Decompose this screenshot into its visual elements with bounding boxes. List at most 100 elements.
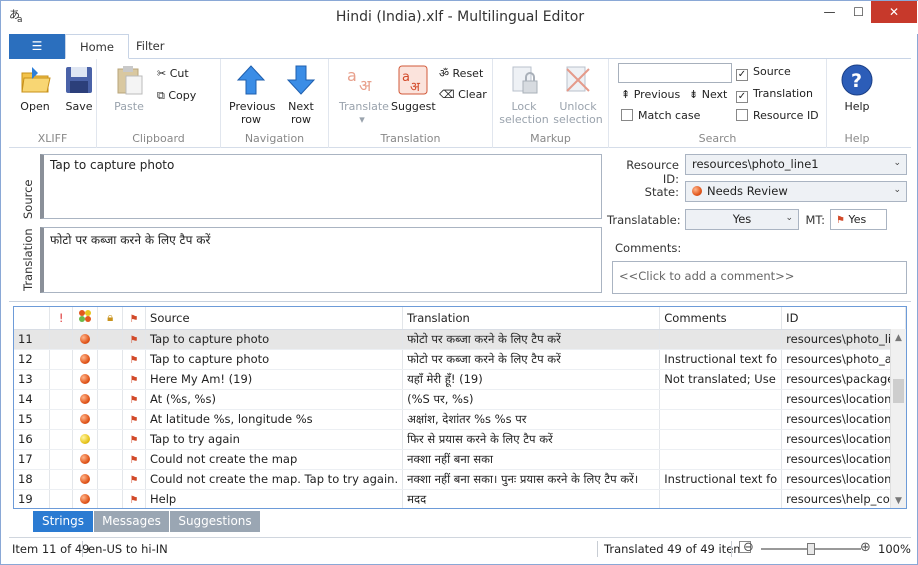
- scroll-down-icon[interactable]: ▼: [895, 496, 902, 506]
- table-row[interactable]: 19 ⚑ Help मदद resources\help_com: [14, 489, 906, 508]
- translation-cell: (%S पर, %s): [402, 389, 661, 410]
- tab-home[interactable]: Home: [65, 34, 129, 59]
- state-combo[interactable]: Needs Review ⌄: [685, 181, 907, 202]
- id-cell: resources\location_: [781, 429, 906, 450]
- tab-strings[interactable]: Strings: [33, 511, 93, 532]
- search-source-checkbox[interactable]: ✓ Source: [736, 65, 791, 81]
- translate-button[interactable]: aअ Translate ▾: [339, 63, 389, 126]
- comments-box[interactable]: <<Click to add a comment>>: [612, 261, 907, 294]
- suggest-button[interactable]: aअ Suggest: [391, 63, 436, 113]
- zoom-slider-thumb[interactable]: [807, 543, 815, 555]
- resource-id-combo[interactable]: resources\photo_line1 ⌄: [685, 154, 907, 175]
- save-button[interactable]: Save: [61, 63, 97, 113]
- zoom-slider-track[interactable]: [761, 543, 861, 555]
- help-button[interactable]: ? Help: [839, 63, 875, 113]
- svg-text:अ: अ: [359, 76, 372, 95]
- help-icon: ?: [841, 64, 873, 96]
- search-input[interactable]: [618, 63, 732, 83]
- translation-textarea[interactable]: फोटो पर कब्जा करने के लिए टैप करें: [40, 227, 602, 293]
- reset-icon: ॐ: [439, 67, 453, 80]
- close-button[interactable]: ✕: [871, 1, 917, 23]
- lock-cell: [97, 449, 123, 470]
- open-button[interactable]: Open: [17, 63, 53, 113]
- tab-suggestions[interactable]: Suggestions: [170, 511, 260, 532]
- table-row[interactable]: 12 ⚑ Tap to capture photo फोटो पर कब्जा करन…: [14, 349, 906, 370]
- group-navigation: Previous row Next row Navigation: [221, 59, 329, 148]
- scissors-icon: ✂: [157, 67, 170, 80]
- lock-icon: [512, 66, 538, 94]
- lock-selection-button[interactable]: Lock selection: [499, 63, 549, 126]
- table-row[interactable]: 13 ⚑ Here My Am! (19) यहाँ मेरी हूँ! (19) No…: [14, 369, 906, 390]
- previous-row-button[interactable]: Previous row: [229, 63, 276, 126]
- table-row[interactable]: 11 ⚑ Tap to capture photo फोटो पर कब्जा करन…: [14, 329, 906, 350]
- scrollbar-thumb[interactable]: [893, 379, 904, 403]
- zoom-out-icon[interactable]: ⊖: [743, 540, 754, 555]
- lock-cell: [97, 469, 123, 490]
- translatable-combo[interactable]: Yes ⌄: [685, 209, 799, 230]
- table-row[interactable]: 16 ⚑ Tap to try again फिर से प्रयास करने के…: [14, 429, 906, 450]
- search-previous-button[interactable]: ⇞ Previous: [621, 88, 680, 101]
- table-row[interactable]: 17 ⚑ Could not create the map नक्शा नहीं बन…: [14, 449, 906, 470]
- comments-cell: [659, 389, 783, 410]
- source-column-header[interactable]: Source: [145, 307, 404, 330]
- title-bar: あa Hindi (India).xlf - Multilingual Edit…: [1, 1, 918, 34]
- state-column-header[interactable]: [72, 307, 99, 330]
- search-translation-checkbox[interactable]: ✓ Translation: [736, 87, 813, 103]
- file-menu-button[interactable]: ☰: [9, 34, 65, 59]
- reset-button[interactable]: ॐ Reset: [439, 66, 483, 81]
- lock-cell: [97, 489, 123, 508]
- source-text[interactable]: Tap to capture photo: [40, 154, 602, 219]
- minimize-button[interactable]: —: [815, 1, 844, 23]
- paste-button[interactable]: Paste: [111, 63, 147, 113]
- unlock-selection-button[interactable]: Unlock selection: [551, 63, 605, 126]
- panel-splitter[interactable]: [9, 301, 911, 305]
- translation-column-header[interactable]: Translation: [402, 307, 661, 330]
- table-row[interactable]: 18 ⚑ Could not create the map. Tap to try …: [14, 469, 906, 490]
- clear-button[interactable]: ⌫ Clear: [439, 88, 487, 101]
- row-number-cell: 17: [14, 449, 51, 470]
- lock-column-header[interactable]: 🔒︎: [97, 307, 123, 330]
- zoom-in-icon[interactable]: ⊕: [860, 540, 871, 555]
- flag-icon: ⚑: [129, 435, 139, 446]
- translation-cell: फोटो पर कब्जा करने के लिए टैप करें: [402, 349, 661, 370]
- comments-column-header[interactable]: Comments: [659, 307, 783, 330]
- state-cell: [72, 469, 99, 490]
- source-cell: At (%s, %s): [145, 389, 404, 410]
- group-translation: aअ Translate ▾ aअ Suggest ॐ Reset ⌫ Clear…: [329, 59, 493, 148]
- state-cell: [72, 389, 99, 410]
- flag-icon: ⚑: [129, 355, 139, 366]
- strings-table: ! 🔒︎ ⚑ Source Translation Comments ID 11…: [14, 307, 906, 508]
- state-cell: [72, 369, 99, 390]
- maximize-button[interactable]: ☐: [844, 1, 873, 23]
- source-cell: Tap to capture photo: [145, 349, 404, 370]
- flag-icon: ⚑: [129, 495, 139, 506]
- mt-column-header[interactable]: ⚑: [122, 307, 147, 330]
- match-case-checkbox[interactable]: Match case: [621, 109, 700, 122]
- search-resource-id-checkbox[interactable]: Resource ID: [736, 109, 819, 122]
- comments-label: Comments:: [615, 241, 682, 255]
- grid-vertical-scrollbar[interactable]: ▲ ▼: [890, 329, 906, 508]
- search-next-button[interactable]: ⇟ Next: [689, 88, 727, 101]
- mt-cell: ⚑: [122, 409, 147, 430]
- checkbox-checked-icon: ✓: [736, 91, 748, 103]
- table-row[interactable]: 15 ⚑ At latitude %s, longitude %s अक्षांश, …: [14, 409, 906, 430]
- flag-icon: ⚑: [129, 475, 139, 486]
- cut-button[interactable]: ✂ Cut: [157, 67, 189, 80]
- state-cell: [72, 489, 99, 508]
- group-label-xliff: XLIFF: [37, 132, 68, 145]
- copy-icon: ⧉: [157, 89, 169, 102]
- important-column-header[interactable]: !: [49, 307, 73, 330]
- id-column-header[interactable]: ID: [781, 307, 906, 330]
- row-number-cell: 12: [14, 349, 51, 370]
- tab-filter[interactable]: Filter: [122, 34, 178, 59]
- table-row[interactable]: 14 ⚑ At (%s, %s) (%S पर, %s) resources\locat…: [14, 389, 906, 410]
- checkbox-unchecked-icon: [736, 109, 748, 121]
- next-row-button[interactable]: Next row: [281, 63, 321, 126]
- mt-cell: ⚑: [122, 389, 147, 410]
- comments-cell: Instructional text fo: [659, 349, 783, 370]
- tab-messages[interactable]: Messages: [94, 511, 169, 532]
- state-cell: [72, 349, 99, 370]
- scroll-up-icon[interactable]: ▲: [895, 333, 902, 343]
- find-previous-icon: ⇞: [621, 88, 634, 101]
- copy-button[interactable]: ⧉ Copy: [157, 89, 196, 103]
